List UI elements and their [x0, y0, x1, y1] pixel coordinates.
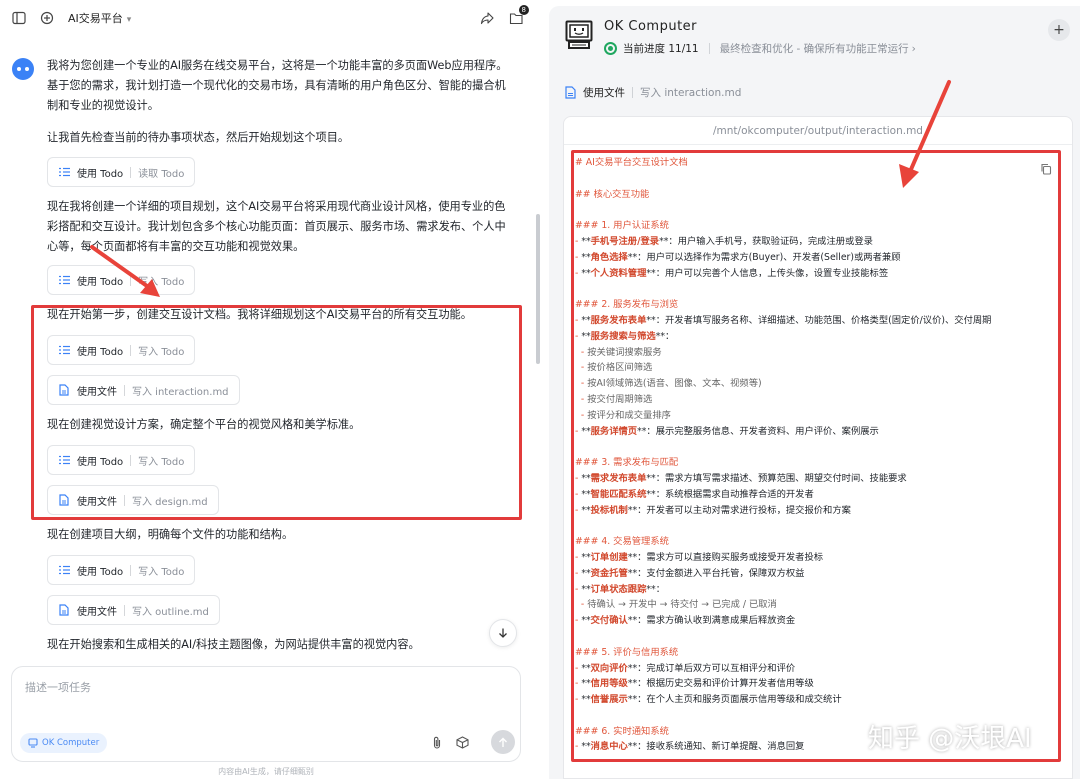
tool-chip-todo[interactable]: 使用 Todo 读取 Todo — [47, 157, 196, 187]
tool-chip-todo[interactable]: 使用 Todo 写入 Todo — [47, 555, 196, 585]
chat-topbar: AI交易平台 ▾ 8 — [0, 0, 540, 36]
share-icon[interactable] — [478, 9, 496, 27]
files-icon[interactable]: 8 — [507, 5, 529, 27]
chat-title-dropdown[interactable]: AI交易平台 ▾ — [68, 10, 131, 26]
chevron-down-icon: ▾ — [126, 15, 132, 25]
file-icon — [565, 86, 576, 99]
computer-icon — [28, 738, 38, 748]
mode-label: OK Computer — [42, 738, 100, 748]
plus-icon: + — [1053, 22, 1065, 38]
new-chat-icon[interactable] — [38, 9, 56, 27]
annotation-arrow — [90, 245, 160, 297]
files-badge: 8 — [518, 5, 529, 15]
chip-action: 读取 Todo — [138, 168, 185, 180]
chat-pane: AI交易平台 ▾ 8 我将为您创建一个专业的AI服务在线交易平台，这将是一个功能丰… — [0, 0, 540, 779]
assistant-avatar — [12, 58, 34, 80]
panel-title: OK Computer — [604, 19, 698, 34]
ai-disclaimer: 内容由AI生成，请仔细甄别 — [218, 767, 314, 776]
file-icon — [58, 604, 70, 616]
message-text: 我将为您创建一个专业的AI服务在线交易平台，这将是一个功能丰富的多页面Web应用… — [47, 59, 508, 112]
retro-computer-icon — [565, 20, 593, 49]
chip-action: 写入 outline.md — [132, 606, 209, 618]
add-button[interactable]: + — [1048, 19, 1070, 41]
annotation-arrow — [899, 80, 951, 188]
attach-icon[interactable] — [430, 735, 444, 749]
message-text: 现在开始搜索和生成相关的AI/科技主题图像，为网站提供丰富的视觉内容。 — [47, 638, 420, 651]
progress-label: 当前进度 11/11 — [623, 43, 699, 55]
chip-label: 使用 Todo — [77, 566, 124, 578]
annotation-highlight-box — [571, 150, 1061, 762]
arrow-down-icon — [499, 628, 507, 638]
status-check-icon — [604, 42, 617, 55]
chip-action: 写入 Todo — [138, 566, 185, 578]
file-path: /mnt/okcomputer/output/interaction.md — [564, 117, 1072, 145]
chat-scrollbar[interactable] — [536, 214, 540, 364]
sidebar-toggle-icon[interactable] — [10, 9, 28, 27]
watermark: 知乎 @沃垠AI — [868, 724, 1032, 754]
task-input[interactable]: 描述一项任务 — [25, 679, 91, 695]
file-use-label: 使用文件 — [583, 87, 625, 99]
send-button[interactable] — [491, 730, 515, 754]
cube-icon[interactable] — [455, 735, 469, 749]
message-text: 让我首先检查当前的待办事项状态，然后开始规划这个项目。 — [47, 131, 350, 144]
arrow-up-icon — [499, 737, 507, 747]
file-operation-row[interactable]: 使用文件 写入 interaction.md — [565, 85, 741, 100]
todo-list-icon — [58, 274, 70, 286]
chip-label: 使用文件 — [77, 606, 117, 618]
progress-status[interactable]: 当前进度 11/11 最终检查和优化 - 确保所有功能正常运行 › — [604, 41, 916, 56]
todo-list-icon — [58, 166, 70, 178]
annotation-highlight-box — [31, 305, 522, 520]
chat-title: AI交易平台 — [68, 12, 123, 25]
ok-computer-mode-toggle[interactable]: OK Computer — [20, 733, 108, 753]
chip-label: 使用 Todo — [77, 168, 124, 180]
task-composer[interactable]: 描述一项任务 OK Computer — [11, 666, 521, 762]
message-text: 现在创建项目大纲，明确每个文件的功能和结构。 — [47, 528, 294, 541]
progress-description: 最终检查和优化 - 确保所有功能正常运行 — [719, 43, 909, 55]
file-use-action: 写入 interaction.md — [640, 87, 742, 99]
scroll-down-button[interactable] — [489, 619, 517, 647]
chevron-right-icon: › — [911, 42, 916, 55]
tool-chip-file[interactable]: 使用文件 写入 outline.md — [47, 595, 220, 625]
todo-list-icon — [58, 564, 70, 576]
